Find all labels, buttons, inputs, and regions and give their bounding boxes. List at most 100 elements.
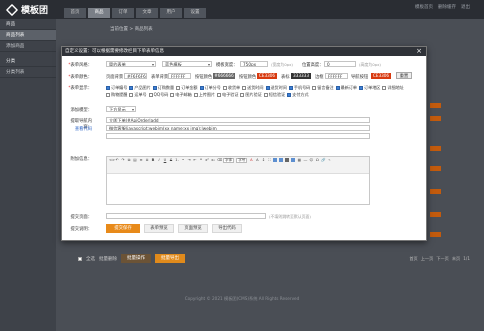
color5-swatch[interactable]: 333333: [291, 73, 311, 79]
checkbox[interactable]: [263, 93, 268, 97]
link-icon[interactable]: 🔗: [321, 158, 325, 162]
form-preview-button[interactable]: 表单预览: [144, 224, 174, 233]
row-action-button[interactable]: [430, 116, 441, 121]
display-option[interactable]: 最新订单: [335, 85, 357, 91]
bulk-export-button[interactable]: 批量导出: [155, 254, 185, 263]
position-input[interactable]: 0: [324, 61, 356, 67]
sidebar-item[interactable]: 分类: [0, 56, 56, 67]
display-option[interactable]: 收货单: [222, 85, 240, 91]
checkbox[interactable]: [240, 93, 245, 97]
pager-first[interactable]: 首页: [409, 256, 417, 262]
italic-icon[interactable]: I: [157, 158, 161, 162]
page-preview-button[interactable]: 页面预览: [178, 224, 208, 233]
width-input[interactable]: 750px: [240, 61, 268, 67]
submit-page-input[interactable]: [106, 213, 266, 219]
color1-input[interactable]: #F6F6F6: [124, 73, 147, 79]
bg-color-icon[interactable]: A: [255, 158, 259, 162]
display-option[interactable]: 订购数量: [152, 85, 174, 91]
clear-format-icon[interactable]: ⌫: [217, 158, 222, 162]
display-option[interactable]: QQ号码: [148, 92, 168, 98]
font-select[interactable]: 字体: [223, 158, 235, 163]
row-action-button[interactable]: [430, 146, 441, 151]
select-all-checkbox[interactable]: [78, 256, 82, 261]
emoji-icon[interactable]: ☺: [309, 158, 314, 162]
sidebar-item[interactable]: 分类列表: [0, 67, 56, 78]
checkbox[interactable]: [335, 86, 340, 90]
top-link-logout[interactable]: 退出: [461, 4, 470, 10]
underline-icon[interactable]: U: [163, 158, 167, 162]
multi-image-icon[interactable]: [279, 158, 284, 162]
nav-line-3-input[interactable]: [106, 133, 370, 139]
export-code-button[interactable]: 导出代码: [212, 224, 242, 233]
paste-icon[interactable]: ▤: [133, 158, 137, 162]
display-option[interactable]: 订单编号: [106, 85, 127, 91]
display-option[interactable]: 订单地区: [359, 85, 380, 91]
display-option[interactable]: 购物提醒: [106, 92, 127, 98]
checkbox[interactable]: [312, 86, 317, 90]
checkbox[interactable]: [222, 86, 227, 90]
color6-input[interactable]: FFFFFF: [325, 73, 348, 79]
top-link-clear-cache[interactable]: 删除缓存: [438, 4, 456, 10]
style-select[interactable]: 简约表单: [106, 61, 156, 67]
template-select[interactable]: 蓝色模板: [162, 61, 212, 67]
display-option[interactable]: 送货时间: [265, 85, 287, 91]
font-size-select[interactable]: 字号: [236, 158, 248, 163]
align-left-icon[interactable]: ≡: [139, 158, 143, 162]
checkbox[interactable]: [193, 93, 198, 97]
color4-swatch[interactable]: CE3306: [257, 73, 277, 79]
close-icon[interactable]: ×: [416, 47, 422, 56]
checkbox[interactable]: [217, 93, 222, 97]
checkbox[interactable]: [152, 86, 157, 90]
save-button[interactable]: 提交保存: [106, 224, 140, 233]
display-option[interactable]: 送货时间: [242, 85, 264, 91]
pager-next[interactable]: 下一页: [436, 256, 449, 262]
nav-tab[interactable]: 用户: [160, 8, 182, 18]
pager-prev[interactable]: 上一页: [421, 256, 434, 262]
indent-icon[interactable]: ⇥: [187, 158, 191, 162]
flash-icon[interactable]: [291, 158, 296, 162]
checkbox[interactable]: [265, 86, 270, 90]
row-action-button[interactable]: [430, 189, 441, 194]
reset-colors-button[interactable]: 重置: [396, 72, 412, 79]
checkbox[interactable]: [170, 93, 175, 97]
copy-icon[interactable]: ⧉: [127, 158, 131, 162]
view-code-link[interactable]: 查看代码: [62, 126, 92, 132]
row-action-button[interactable]: [430, 232, 441, 237]
superscript-icon[interactable]: x²: [205, 158, 209, 162]
subscript-icon[interactable]: x₂: [211, 158, 215, 162]
sidebar-item[interactable]: 商品列表: [0, 30, 56, 41]
display-option[interactable]: 短信验证: [263, 92, 285, 98]
display-option[interactable]: 电子验证: [217, 92, 238, 98]
display-option[interactable]: 产品图片: [129, 85, 151, 91]
rich-text-editor[interactable]: <> ↶ ↷ ⧉ ▤ ≡ ≣ B I U S 1. • ⇥ ⇤ ❝ x² x₂ …: [106, 156, 370, 205]
display-option[interactable]: 手机号码: [288, 85, 310, 91]
display-option[interactable]: 订单金额: [176, 85, 198, 91]
unlink-icon[interactable]: ⌁: [327, 158, 331, 162]
checkbox[interactable]: [382, 86, 387, 90]
checkbox[interactable]: [148, 93, 153, 97]
row-action-button[interactable]: [430, 212, 441, 217]
code-icon[interactable]: <>: [109, 158, 115, 162]
nav-line-2-input[interactable]: 微信客服|javascript:webim(xx name:xx img);|w…: [106, 125, 370, 131]
checkbox[interactable]: [176, 86, 181, 90]
checkbox[interactable]: [129, 93, 134, 97]
nav-tab[interactable]: 首页: [64, 8, 86, 18]
bulk-operate-button[interactable]: 批量操作: [121, 254, 151, 263]
sidebar-item[interactable]: 商品: [0, 19, 56, 30]
checkbox[interactable]: [287, 93, 292, 97]
fullscreen-icon[interactable]: ⛶: [267, 158, 271, 162]
outdent-icon[interactable]: ⇤: [193, 158, 197, 162]
bulk-delete-link[interactable]: 批量删除: [99, 256, 117, 262]
display-option[interactable]: 详细地址: [382, 85, 404, 91]
table-icon[interactable]: ▦: [297, 158, 301, 162]
display-option[interactable]: 支付方式: [287, 92, 309, 98]
checkbox[interactable]: [242, 86, 247, 90]
quote-icon[interactable]: ❝: [199, 158, 203, 162]
nav-tab[interactable]: 设置: [184, 8, 206, 18]
pager-last[interactable]: 末页: [452, 256, 460, 262]
row-action-button[interactable]: [430, 103, 441, 108]
checkbox[interactable]: [288, 86, 293, 90]
row-action-button[interactable]: [430, 166, 441, 171]
nav-tab[interactable]: 订单: [112, 8, 134, 18]
list-bullet-icon[interactable]: •: [181, 158, 185, 162]
